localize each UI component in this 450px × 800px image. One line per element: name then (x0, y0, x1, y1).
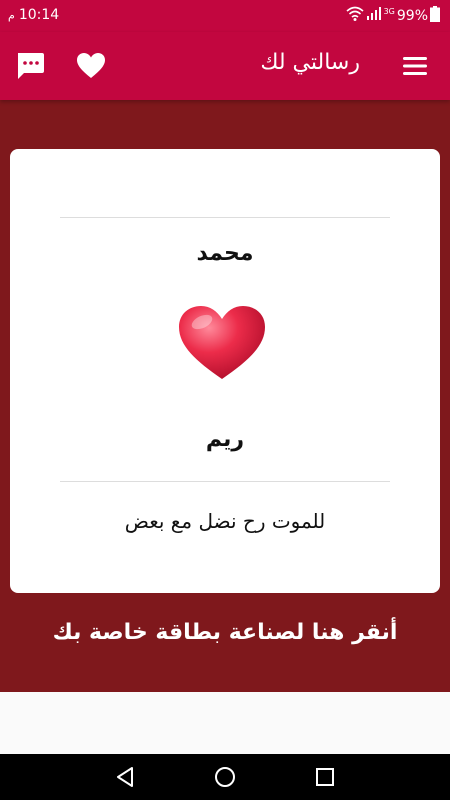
heart-icon (176, 303, 268, 383)
status-indicators: 3G 99% (346, 6, 440, 26)
chat-icon (14, 53, 46, 86)
card-message: للموت رح نضل مع بعض (124, 509, 326, 533)
menu-icon (400, 57, 430, 84)
app-screen: م 10:14 3G 99% رسالتي لك محمد ريم للموت … (0, 0, 450, 800)
status-time: 10:14 (18, 7, 60, 23)
status-ampm: م (8, 8, 15, 22)
messages-button[interactable] (14, 50, 46, 82)
create-card-link[interactable]: أنقر هنا لصناعة بطاقة خاصة بك (0, 620, 450, 645)
back-button[interactable] (112, 764, 138, 790)
name-bottom: ريم (205, 427, 245, 452)
menu-button[interactable] (400, 52, 430, 80)
divider (60, 481, 390, 482)
recents-button[interactable] (312, 764, 338, 790)
signal-icon (366, 7, 382, 25)
favorites-button[interactable] (75, 50, 107, 82)
wifi-icon (346, 6, 364, 26)
status-bar: م 10:14 3G 99% (0, 0, 450, 32)
status-clock: م 10:14 (8, 7, 59, 23)
heart-icon (75, 53, 107, 86)
home-button[interactable] (212, 764, 238, 790)
card-panel: محمد ريم للموت رح نضل مع بعض أنقر هنا لص… (0, 100, 450, 692)
back-icon (112, 767, 138, 794)
love-card: محمد ريم للموت رح نضل مع بعض (10, 149, 440, 593)
battery-icon (430, 6, 440, 26)
name-top: محمد (196, 241, 254, 266)
system-nav-bar (0, 754, 450, 800)
network-type: 3G (383, 6, 395, 16)
home-icon (212, 767, 238, 794)
recents-icon (312, 768, 338, 794)
battery-level: 99% (396, 8, 428, 24)
divider (60, 217, 390, 218)
page-title: رسالتي لك (260, 50, 360, 75)
app-bar: رسالتي لك (0, 32, 450, 100)
